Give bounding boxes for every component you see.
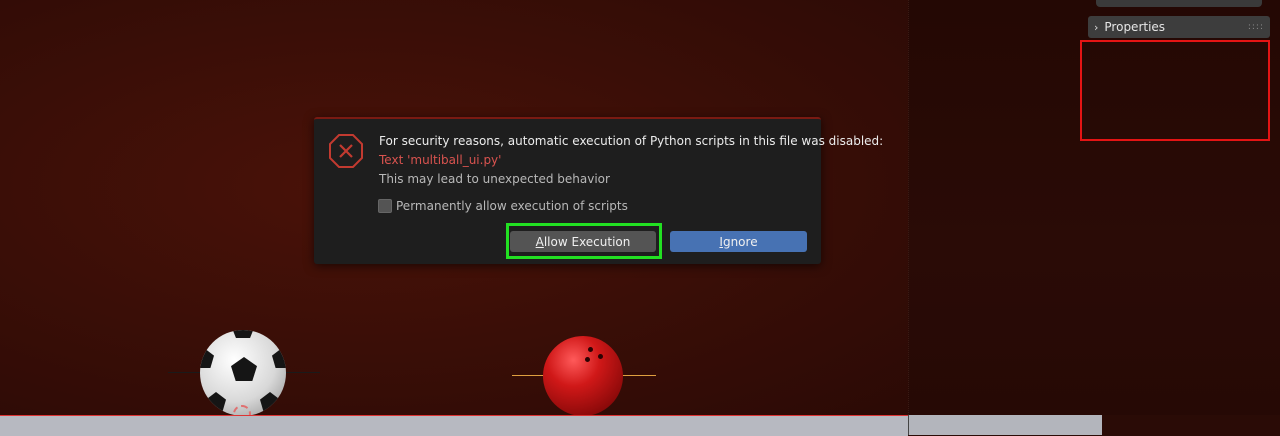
bowling-ball-object[interactable] <box>543 336 623 416</box>
soccer-patch <box>260 392 280 412</box>
permanent-allow-label: Permanently allow execution of scripts <box>396 199 628 213</box>
soccer-patch <box>232 330 254 338</box>
bowling-hole <box>588 347 593 352</box>
soccer-patch <box>200 348 214 368</box>
warning-message: This may lead to unexpected behavior <box>379 172 610 186</box>
panel-stub <box>1096 0 1262 7</box>
ignore-label-rest: gnore <box>722 234 758 249</box>
permanent-allow-checkbox[interactable] <box>378 199 392 213</box>
soccer-ball-object[interactable] <box>200 330 286 416</box>
script-file-name: Text 'multiball_ui.py' <box>379 153 502 167</box>
bowling-hole <box>585 357 590 362</box>
permanent-allow-option[interactable]: Permanently allow execution of scripts <box>378 199 628 213</box>
soccer-patch <box>231 357 257 381</box>
dialog-title: For security reasons, automatic executio… <box>379 134 884 148</box>
timeline-strip[interactable] <box>0 415 908 436</box>
chevron-right-icon: › <box>1094 20 1099 34</box>
error-octagon-icon <box>329 134 363 168</box>
status-strip-dark <box>1102 415 1280 435</box>
properties-label: Properties <box>1104 20 1166 34</box>
soccer-patch <box>272 348 286 368</box>
bowling-hole <box>598 354 603 359</box>
green-highlight-box <box>506 223 662 259</box>
status-strip <box>908 415 1103 435</box>
red-highlight-box <box>1080 40 1270 141</box>
soccer-patch <box>206 392 226 412</box>
properties-panel-header[interactable]: › Properties :::: <box>1088 16 1270 38</box>
drag-grip-icon[interactable]: :::: <box>1248 22 1264 32</box>
ignore-button[interactable]: Ignore <box>670 231 807 252</box>
